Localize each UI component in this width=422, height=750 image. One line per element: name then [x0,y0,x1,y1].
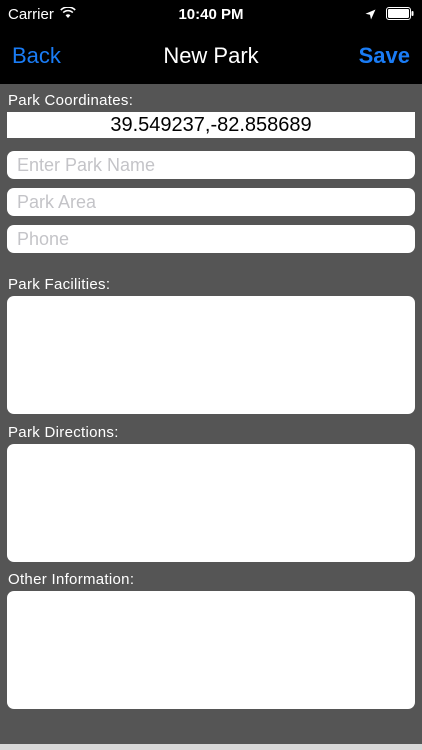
facilities-textarea[interactable] [7,296,415,414]
navigation-bar: Back New Park Save [0,30,422,84]
location-arrow-icon [365,7,376,24]
other-information-textarea[interactable] [7,591,415,709]
park-area-input[interactable] [7,188,415,216]
coordinates-label: Park Coordinates: [8,92,134,109]
battery-icon [386,7,414,24]
park-name-input[interactable] [7,151,415,179]
status-right [365,7,414,24]
phone-input[interactable] [7,225,415,253]
bottom-strip [0,744,422,750]
directions-textarea[interactable] [7,444,415,562]
other-information-label: Other Information: [8,571,135,588]
facilities-label: Park Facilities: [8,276,111,293]
back-button[interactable]: Back [12,43,61,69]
directions-label: Park Directions: [8,424,119,441]
coordinates-value: 39.549237,-82.858689 [7,112,415,138]
status-time: 10:40 PM [178,6,244,23]
save-button[interactable]: Save [359,43,410,69]
status-bar: Carrier 10:40 PM [0,0,422,30]
